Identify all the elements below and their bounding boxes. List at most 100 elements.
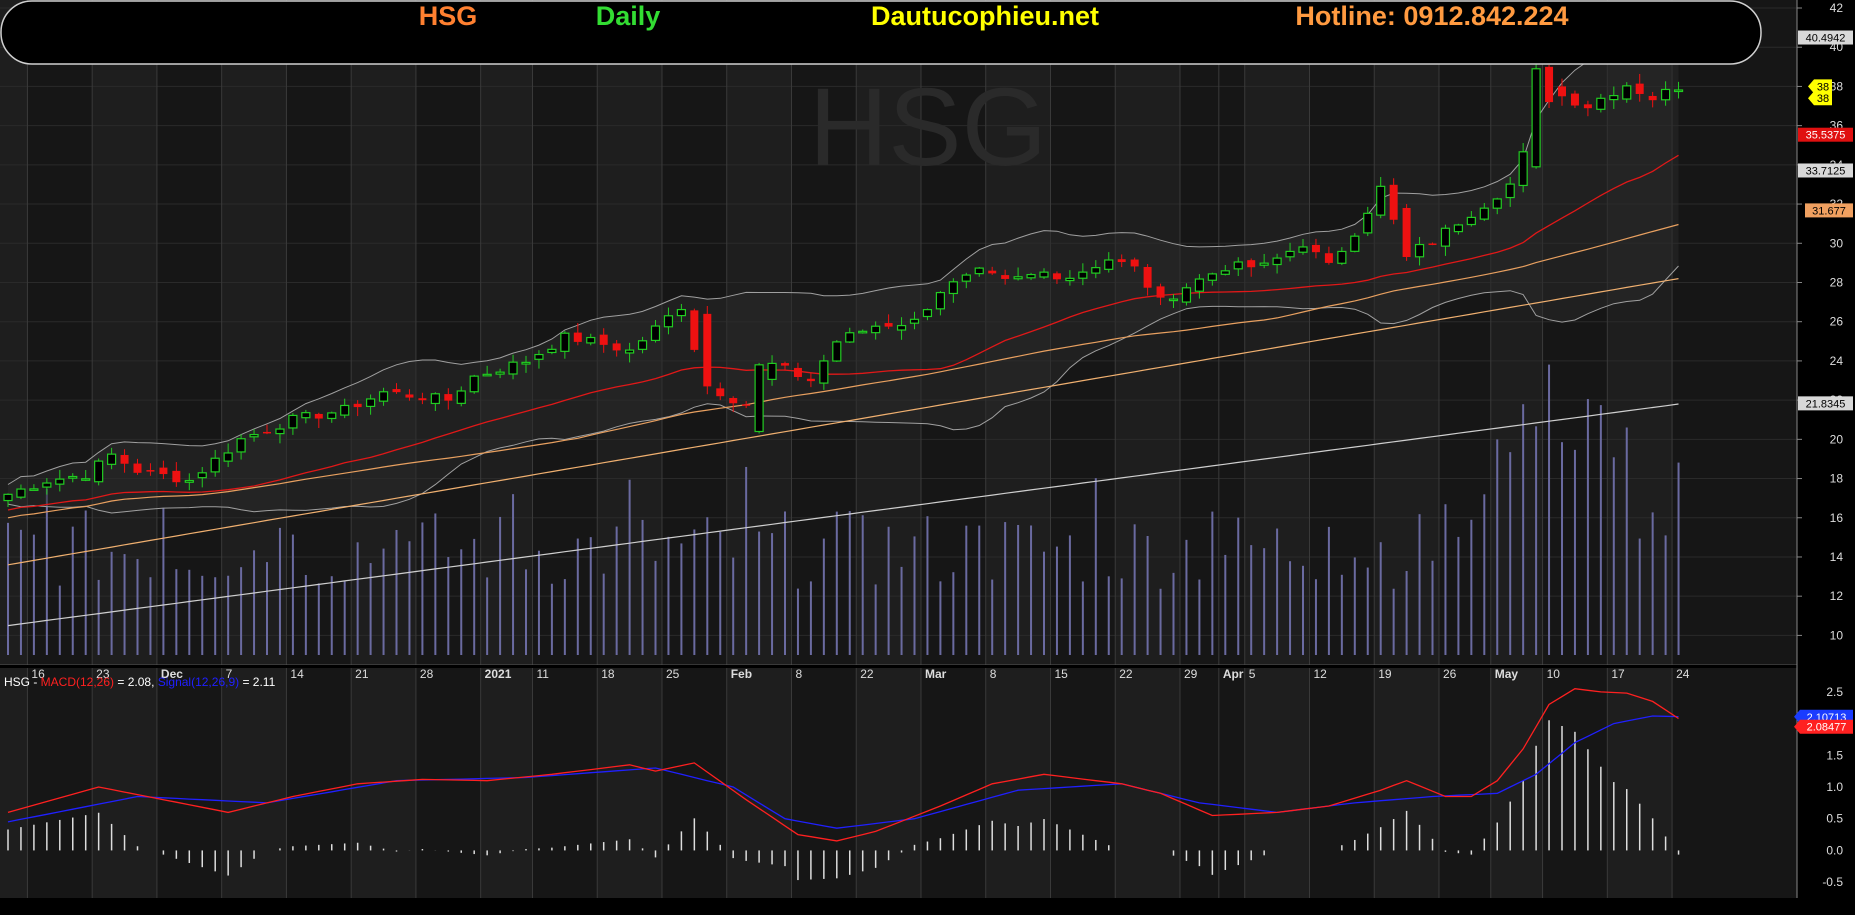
candle-body: [1233, 261, 1243, 270]
price-badge-label: 21.8345: [1806, 398, 1846, 410]
volume-bar: [1625, 427, 1628, 655]
volume-bar: [537, 550, 540, 655]
candle-body: [405, 394, 414, 398]
candle[interactable]: [1389, 178, 1398, 225]
candle[interactable]: [1531, 62, 1541, 169]
volume-bar: [809, 581, 812, 655]
candle-body: [353, 403, 362, 408]
macd-tick-label: -0.5: [1822, 875, 1843, 889]
candle-body: [1389, 184, 1398, 220]
volume-bar: [304, 574, 307, 655]
volume-bar: [1030, 525, 1033, 655]
hotline-label: Hotline: 0912.842.224: [1295, 1, 1568, 31]
candle-body: [663, 315, 674, 328]
volume-bar: [693, 529, 696, 655]
volume-bar: [861, 515, 864, 655]
volume-bar: [913, 536, 916, 655]
volume-bar: [447, 557, 450, 655]
candle-body: [806, 378, 815, 382]
volume-bar: [408, 541, 411, 655]
date-tick-label: 22: [860, 667, 874, 681]
period-label: Daily: [596, 1, 661, 31]
candle-body: [1168, 298, 1179, 302]
macd-badge-label: 2.08477: [1807, 722, 1847, 734]
candle-body: [1039, 271, 1049, 278]
volume-bar: [1185, 539, 1188, 655]
volume-bar: [175, 569, 178, 655]
volume-bar: [978, 525, 981, 655]
volume-bar: [628, 479, 631, 655]
candle-body: [263, 431, 271, 434]
candle-body: [521, 361, 531, 365]
week-band-macd: [1050, 668, 1116, 898]
volume-bar: [473, 538, 476, 655]
candle-body: [650, 325, 661, 342]
candle-body: [146, 470, 155, 472]
candle-body: [1518, 151, 1528, 187]
volume-bar: [1392, 588, 1395, 655]
week-band-macd: [1607, 668, 1673, 898]
week-band-macd: [1490, 668, 1543, 898]
volume-bar: [1548, 364, 1551, 655]
candle-body: [1285, 250, 1295, 258]
candle-body: [690, 310, 699, 350]
volume-bar: [1094, 478, 1097, 655]
candle[interactable]: [469, 374, 479, 394]
candle[interactable]: [832, 340, 842, 362]
volume-bar: [719, 531, 722, 655]
candle-body: [1622, 85, 1632, 100]
price-tick-label: 30: [1830, 236, 1844, 250]
volume-bar: [732, 557, 735, 655]
candle[interactable]: [690, 308, 699, 353]
volume-bar: [1133, 524, 1136, 655]
week-band-macd: [920, 668, 986, 898]
candle[interactable]: [754, 362, 764, 434]
volume-bar: [796, 588, 799, 655]
volume-bar: [1405, 570, 1408, 655]
candle-body: [1414, 243, 1425, 258]
volume-bar: [1664, 535, 1667, 655]
week-band-macd: [156, 668, 222, 898]
volume-bar: [1327, 526, 1330, 655]
candle-body: [1402, 207, 1411, 257]
candle-body: [988, 270, 997, 274]
candle-body: [1324, 253, 1333, 263]
volume-bar: [758, 531, 761, 655]
volume-bar: [1612, 457, 1615, 655]
volume-bar: [615, 526, 618, 655]
volume-bar: [266, 562, 268, 655]
candle[interactable]: [1545, 64, 1554, 108]
candle-body: [871, 325, 881, 334]
price-badge-label: 31.677: [1812, 205, 1846, 217]
week-band: [0, 0, 28, 665]
candle[interactable]: [703, 306, 712, 395]
volume-bar: [550, 583, 553, 655]
watermark-text: HSG: [809, 66, 1047, 189]
volume-bar: [1004, 522, 1007, 655]
stock-chart[interactable]: HSG 101214161820222426283032343638404240…: [0, 0, 1855, 910]
candle-body: [495, 371, 505, 375]
candle-body: [1376, 185, 1386, 216]
candle-body: [236, 438, 246, 453]
date-tick-label: 29: [1184, 667, 1198, 681]
volume-bar: [149, 577, 152, 655]
candle-body: [1570, 93, 1579, 106]
volume-bar: [123, 554, 126, 655]
candle[interactable]: [94, 458, 104, 486]
week-band: [1438, 0, 1491, 665]
candle-body: [469, 375, 479, 393]
candle[interactable]: [1402, 204, 1411, 261]
volume-bar: [1146, 536, 1149, 655]
candle-body: [29, 488, 39, 491]
candle-body: [781, 363, 789, 366]
volume-bar: [822, 538, 825, 655]
candle-body: [42, 482, 52, 488]
volume-bar: [1081, 581, 1084, 655]
date-tick-label: 2021: [485, 667, 512, 681]
candle-body: [534, 353, 544, 360]
candle[interactable]: [1350, 233, 1360, 253]
volume-bar: [486, 577, 489, 655]
volume-bar: [1017, 524, 1020, 655]
volume-bar: [1172, 572, 1175, 655]
volume-bar: [434, 513, 437, 655]
